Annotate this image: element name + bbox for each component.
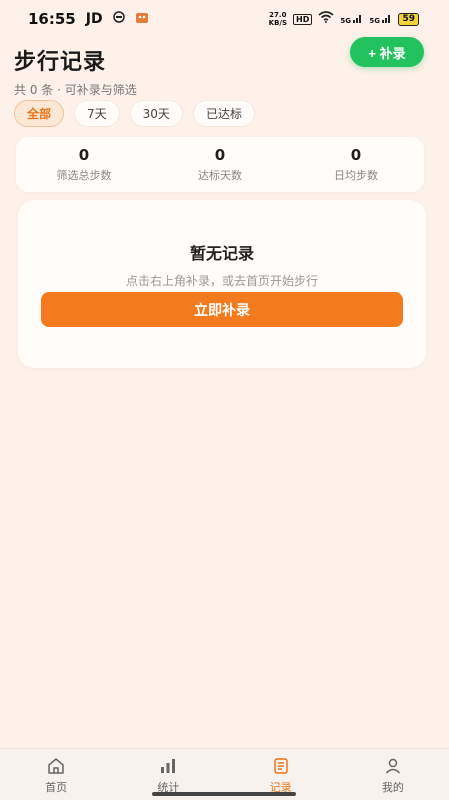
stat-label: 日均步数 [334, 169, 378, 182]
status-bar: 16:55 JD 27.0 KB/S HD 5G 5G 59 [0, 0, 449, 38]
net-speed: 27.0 KB/S [268, 11, 287, 27]
document-icon [272, 757, 290, 775]
user-icon [384, 757, 402, 775]
tab-home[interactable]: 首页 [0, 749, 112, 800]
add-record-button[interactable]: + 补录 [350, 37, 424, 67]
bar-chart-icon [159, 757, 177, 775]
signal-2: 5G [369, 13, 392, 25]
stat-value: 0 [78, 146, 90, 164]
page-title: 步行记录 [14, 50, 107, 75]
home-icon [47, 757, 65, 775]
page-header: 步行记录 共 0 条 · 可补录与筛选 [14, 44, 137, 98]
notification-icon [112, 11, 125, 27]
empty-description: 点击右上角补录，或去首页开始步行 [125, 274, 318, 288]
signal-1: 5G [340, 13, 363, 25]
battery-indicator: 59 [398, 12, 419, 26]
wifi-icon [318, 11, 334, 27]
filter-chips: 全部 7天 30天 已达标 [14, 100, 255, 127]
tab-label: 我的 [381, 781, 404, 794]
filter-7-days[interactable]: 7天 [74, 100, 120, 127]
stat-daily-average: 0 日均步数 [291, 146, 421, 183]
stat-value: 0 [214, 146, 226, 164]
page-subtitle: 共 0 条 · 可补录与筛选 [14, 83, 137, 97]
filter-30-days[interactable]: 30天 [129, 100, 183, 127]
stat-label: 筛选总步数 [56, 169, 112, 182]
filter-achieved[interactable]: 已达标 [192, 100, 255, 127]
stat-value: 0 [350, 146, 362, 164]
app-notification-icon [135, 10, 149, 28]
hd-badge: HD [293, 13, 313, 25]
empty-state-card: 暂无记录 点击右上角补录，或去首页开始步行 立即补录 [18, 200, 426, 368]
status-time: 16:55 [28, 10, 76, 28]
stats-card: 0 筛选总步数 0 达标天数 0 日均步数 [16, 137, 424, 192]
empty-title: 暂无记录 [189, 244, 254, 263]
add-now-button[interactable]: 立即补录 [41, 292, 403, 327]
stat-achieved-days: 0 达标天数 [155, 146, 285, 183]
status-carrier: JD [85, 11, 103, 27]
home-indicator[interactable] [152, 792, 296, 796]
filter-all[interactable]: 全部 [14, 100, 65, 127]
stat-total-steps: 0 筛选总步数 [19, 146, 149, 183]
tab-profile[interactable]: 我的 [337, 749, 449, 800]
stat-label: 达标天数 [198, 169, 242, 182]
tab-label: 首页 [45, 781, 68, 794]
